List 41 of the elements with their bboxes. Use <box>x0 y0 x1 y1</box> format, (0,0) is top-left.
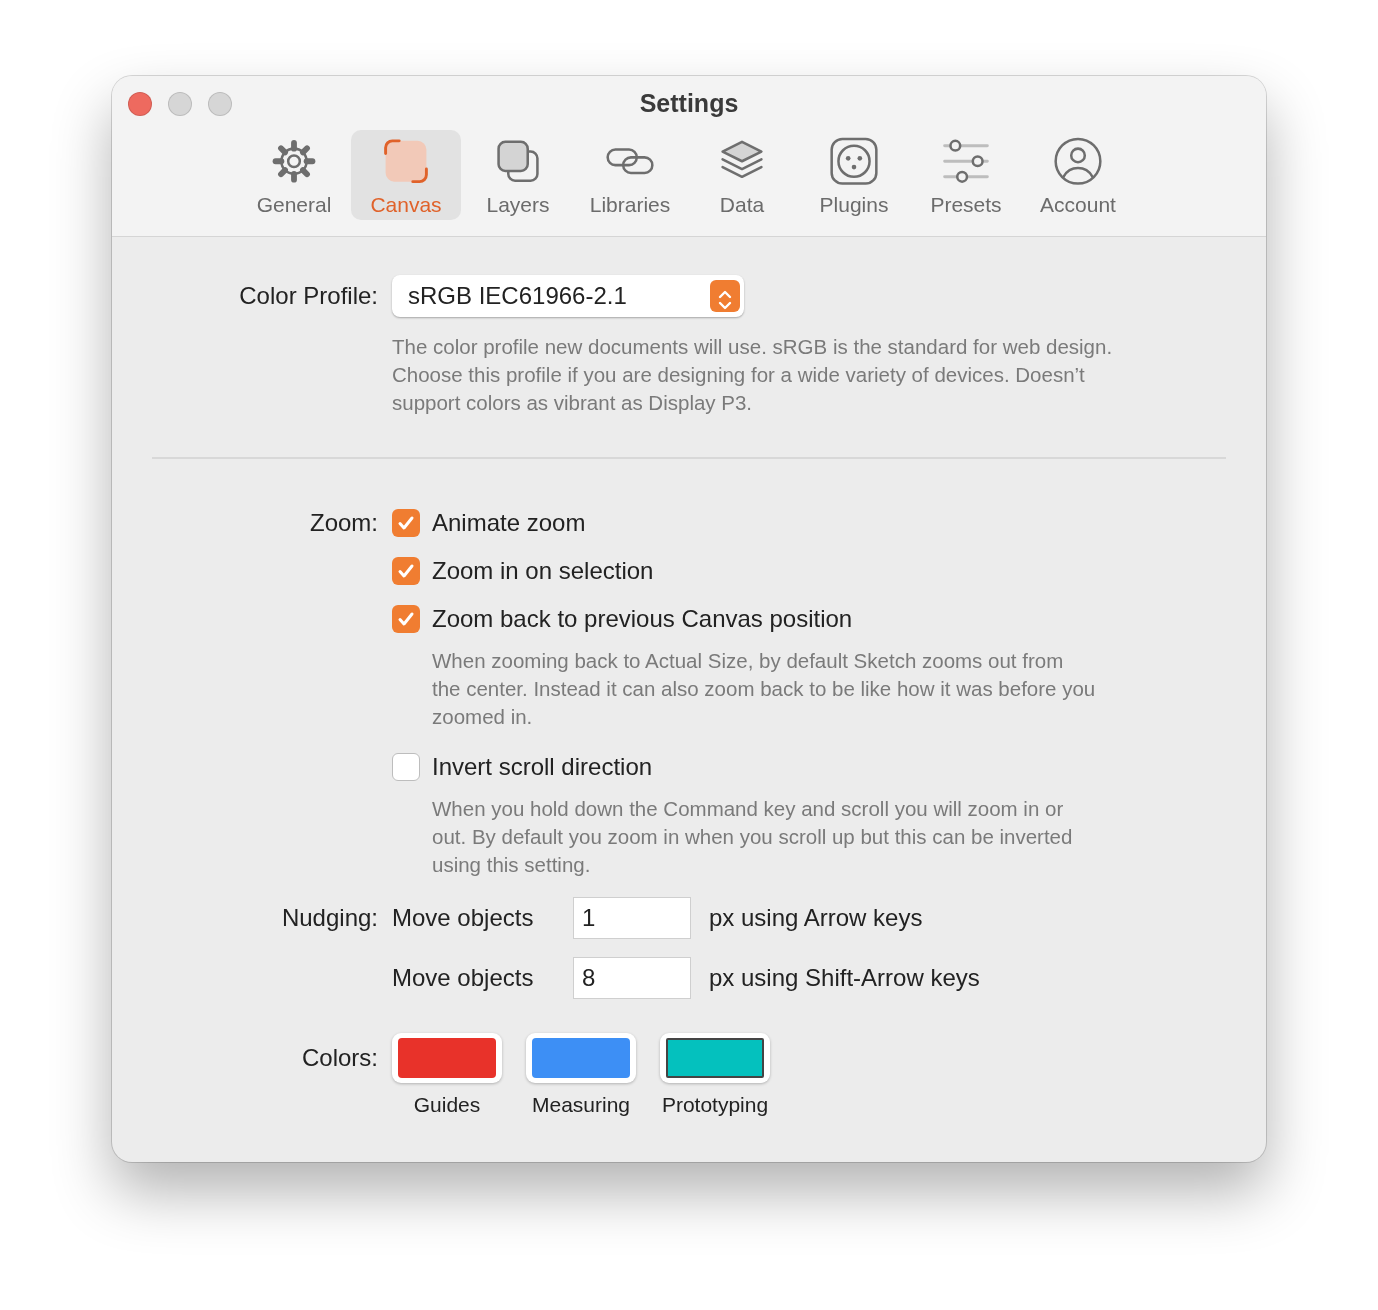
color-swatch[interactable] <box>526 1033 636 1083</box>
field-unit-label: px using Shift-Arrow keys <box>709 963 980 993</box>
checkbox[interactable] <box>392 509 420 537</box>
toolbar-tab[interactable]: Layers <box>463 130 573 220</box>
toolbar-tab[interactable]: General <box>239 130 349 220</box>
plug-icon <box>828 136 880 187</box>
swatch-label: Prototyping <box>661 1092 769 1118</box>
account-icon <box>1052 136 1104 187</box>
toolbar-tab[interactable]: Libraries <box>575 130 685 220</box>
checkbox-label: Invert scroll direction <box>432 752 653 782</box>
description-text: The color profile new documents will use. sRGB is the standard for web design. Choose this profile if you are designing for a wide variety of devices. Doesn’t support colors as vibrant as Display P3. <box>392 334 1114 416</box>
toolbar-tab[interactable]: Data <box>687 130 797 220</box>
number-field[interactable]: 1 <box>573 897 691 939</box>
field-unit-label: px using Arrow keys <box>709 903 923 933</box>
field-label: Move objects <box>392 963 535 993</box>
field-label: Colors: <box>300 1043 378 1073</box>
color-swatch[interactable] <box>660 1033 770 1083</box>
toolbar-tab[interactable]: Plugins <box>799 130 909 220</box>
number-field[interactable]: 8 <box>573 957 691 999</box>
stepper-icon <box>710 280 740 312</box>
field-label: Zoom: <box>309 508 378 538</box>
checkbox[interactable] <box>392 605 420 633</box>
checkbox-label: Animate zoom <box>432 508 586 538</box>
checkbox[interactable] <box>392 557 420 585</box>
description-text: When you hold down the Command key and scroll you will zoom in or out. By default you zoom in when you scroll up but this can be inverted using this setting. <box>432 796 1074 878</box>
description-text: When zooming back to Actual Size, by default Sketch zooms out from the center. Instead it can also zoom back to be like how it was before you zoomed in. <box>432 648 1097 730</box>
checkbox[interactable] <box>392 753 420 781</box>
swatch-label: Guides <box>413 1092 481 1118</box>
window-title: Settings <box>639 88 739 118</box>
field-label: Move objects <box>392 903 535 933</box>
checkbox-label: Zoom in on selection <box>432 556 654 586</box>
toolbar-tab[interactable]: Canvas <box>351 130 461 220</box>
swatch-label: Measuring <box>531 1092 631 1118</box>
field-label: Nudging: <box>280 903 378 933</box>
toolbar-tab[interactable]: Presets <box>911 130 1021 220</box>
color-swatch[interactable] <box>392 1033 502 1083</box>
field-label: Color Profile: <box>238 281 378 311</box>
color-profile-dropdown[interactable]: sRGB IEC61966-2.1 <box>392 275 744 317</box>
checkbox-label: Zoom back to previous Canvas position <box>432 604 853 634</box>
toolbar-tab[interactable]: Account <box>1023 130 1133 220</box>
close-button[interactable] <box>128 92 152 116</box>
